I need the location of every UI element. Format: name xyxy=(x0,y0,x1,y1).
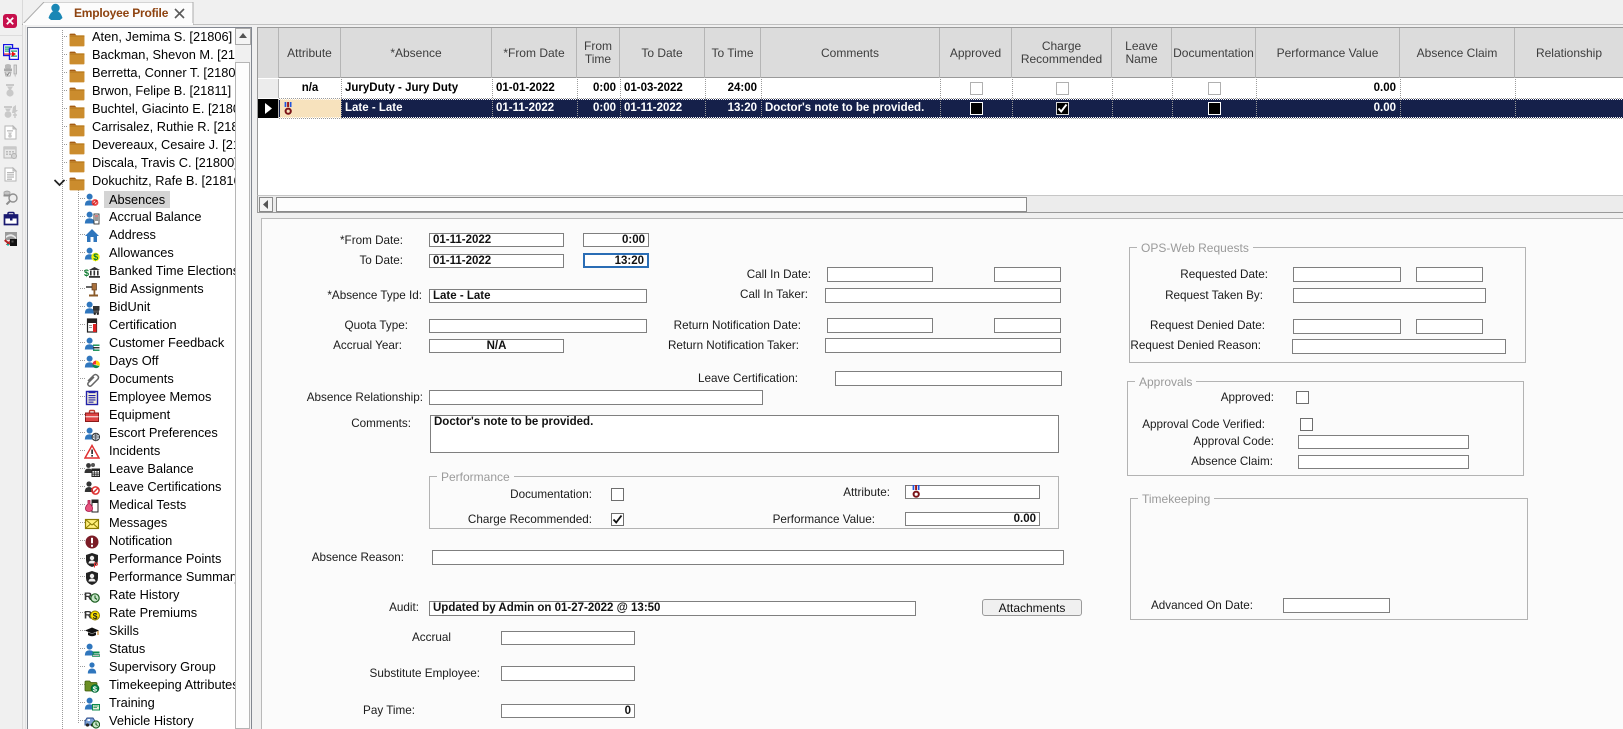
svg-text:$: $ xyxy=(93,252,98,262)
svg-text:P: P xyxy=(94,562,99,568)
svg-text:$: $ xyxy=(84,268,89,278)
svg-text:$: $ xyxy=(93,610,98,620)
